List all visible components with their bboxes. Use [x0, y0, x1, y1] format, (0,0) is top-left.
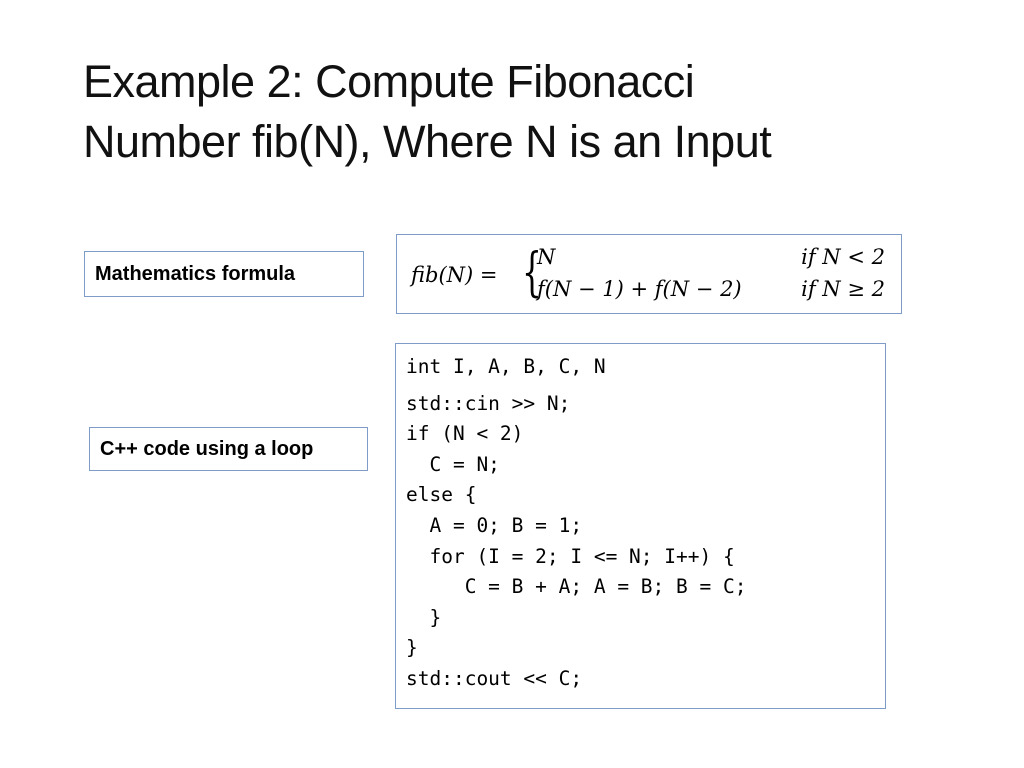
code-line: for (I = 2; I <= N; I++) { — [406, 544, 735, 568]
code-line: else { — [406, 483, 477, 507]
formula-case2-expr: f(N − 1) + f(N − 2) — [537, 277, 742, 301]
title-line-2: Number fib(N), Where N is an Input — [83, 116, 772, 167]
code-line: std::cout << C; — [406, 666, 583, 690]
formula-case2-cond: if N ≥ 2 — [801, 277, 885, 301]
formula-case1-expr: N — [537, 245, 556, 269]
formula-case1-cond: if N < 2 — [801, 245, 885, 269]
code-line: C = B + A; A = B; B = C; — [406, 575, 747, 599]
cpp-code-label: C++ code using a loop — [89, 427, 368, 471]
code-line: int I, A, B, C, N — [406, 355, 606, 378]
math-formula-label: Mathematics formula — [84, 251, 364, 297]
code-line: C = N; — [406, 452, 500, 476]
formula-lhs: fib(N) = — [411, 263, 498, 287]
code-line: std::cin >> N; — [406, 391, 571, 415]
title-line-1: Example 2: Compute Fibonacci — [83, 56, 695, 107]
math-formula-label-text: Mathematics formula — [95, 262, 296, 285]
code-line: if (N < 2) — [406, 422, 524, 446]
slide-title: Example 2: Compute Fibonacci Number fib(… — [83, 52, 963, 172]
cpp-code-label-text: C++ code using a loop — [100, 437, 314, 460]
code-block: int I, A, B, C, N std::cin >> N; if (N <… — [395, 343, 886, 709]
code-line: A = 0; B = 1; — [406, 513, 583, 537]
code-line: } — [406, 605, 442, 629]
formula-box: fib(N) = { N f(N − 1) + f(N − 2) if N < … — [396, 234, 902, 314]
code-line: } — [406, 636, 418, 660]
